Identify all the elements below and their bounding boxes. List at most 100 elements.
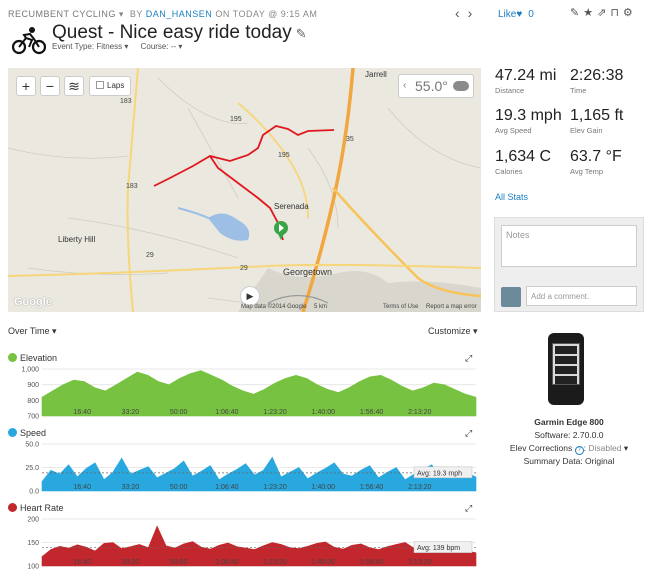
notes-field[interactable]: Notes xyxy=(501,225,637,267)
x-tick-label: 1:40:00 xyxy=(312,559,335,566)
edit-icon[interactable]: ✎ xyxy=(570,7,579,19)
road-shield: 183 xyxy=(120,98,132,105)
device-image xyxy=(548,333,584,405)
average-label: Avg: 139 bpm xyxy=(417,545,460,552)
laps-checkbox[interactable] xyxy=(96,81,104,89)
stat-label: Avg Temp xyxy=(570,167,604,176)
activity-nav: ‹ › xyxy=(455,5,480,21)
customize-chevron-icon[interactable]: ▾ xyxy=(471,326,478,336)
zoom-in-button[interactable]: + xyxy=(16,76,36,96)
stat-avg-temp: 63.7 °F Avg Temp xyxy=(570,148,622,176)
x-tick-label: 1:56:40 xyxy=(360,484,383,491)
x-tick-label: 16:40 xyxy=(73,559,91,566)
y-tick-label: 800 xyxy=(27,398,39,405)
like-button[interactable]: Like♥ 0 xyxy=(498,9,534,20)
avatar xyxy=(501,287,521,307)
chevron-left-icon[interactable]: ‹ xyxy=(403,75,406,97)
y-tick-label: 100 xyxy=(27,564,39,571)
y-tick-label: 700 xyxy=(27,414,39,421)
expand-icon[interactable]: ⤢ xyxy=(465,428,472,439)
x-tick-label: 1:06:40 xyxy=(215,409,238,416)
road-shield: 29 xyxy=(240,265,248,272)
lock-icon[interactable]: ⊓ xyxy=(610,7,619,19)
heart-icon[interactable]: ♥ xyxy=(516,9,522,20)
chart-title: Speed xyxy=(20,428,47,438)
username-link[interactable]: DAN_HANSEN xyxy=(146,9,213,19)
terms-link[interactable]: Terms of Use xyxy=(383,304,418,310)
road-shield: 195 xyxy=(278,152,290,159)
category-dropdown-icon[interactable]: ▾ xyxy=(119,9,127,19)
chart-title: Heart Rate xyxy=(20,503,64,513)
gear-icon[interactable]: ⚙ xyxy=(623,7,633,19)
event-type-chevron-icon[interactable]: ▾ xyxy=(122,42,128,51)
course-dropdown[interactable]: Course: -- xyxy=(141,42,177,51)
event-type-dropdown[interactable]: Event Type: Fitness xyxy=(52,42,122,51)
elev-corrections-label: Elev Corrections xyxy=(509,443,573,453)
x-tick-label: 33:20 xyxy=(122,409,140,416)
y-tick-label: 0.0 xyxy=(29,489,39,496)
heart-rate-chart[interactable]: 100 150 200 16:40 33:20 50:00 1:06:40 1:23:20 1:… xyxy=(8,515,480,572)
map-attribution: Map data ©2014 Google xyxy=(241,304,307,310)
star-icon[interactable]: ★ xyxy=(583,7,593,19)
export-icon[interactable]: ⇗ xyxy=(597,7,606,19)
previous-activity-icon[interactable]: ‹ xyxy=(455,5,460,21)
all-stats-link[interactable]: All Stats xyxy=(495,192,528,202)
play-route-button[interactable]: ▶ xyxy=(240,286,260,306)
comment-input[interactable]: Add a comment. xyxy=(526,286,637,306)
zoom-out-button[interactable]: − xyxy=(40,76,60,96)
x-tick-label: 33:20 xyxy=(122,559,140,566)
over-time-dropdown[interactable]: Over Time ▾ xyxy=(8,326,57,337)
elevation-dot-icon xyxy=(8,353,17,362)
expand-icon[interactable]: ⤢ xyxy=(465,503,472,514)
over-time-chevron-icon[interactable]: ▾ xyxy=(50,326,57,336)
stat-calories: 1,634 C Calories xyxy=(495,148,551,176)
laps-toggle[interactable]: Laps xyxy=(89,76,132,96)
town-label: Serenada xyxy=(274,202,309,211)
stat-label: Time xyxy=(570,86,587,95)
route-map[interactable]: + − ≋ Laps ‹ 55.0° Jarrell Serenada Geor… xyxy=(8,68,481,312)
summary-data: Summary Data: Original xyxy=(523,456,615,466)
elev-chevron-icon[interactable]: ▾ xyxy=(621,443,628,453)
next-activity-icon[interactable]: › xyxy=(468,5,473,21)
elevation-chart[interactable]: 700 800 900 1,000 16:40 33:20 50:00 1:06:40 1:23… xyxy=(8,365,480,422)
elev-corrections-dropdown[interactable]: Disabled xyxy=(588,443,621,453)
x-tick-label: 1:40:00 xyxy=(312,409,335,416)
stat-label: Avg Speed xyxy=(495,126,532,135)
weather-widget[interactable]: ‹ 55.0° xyxy=(398,74,474,98)
customize-dropdown[interactable]: Customize ▾ xyxy=(428,326,478,337)
activity-category[interactable]: RECUMBENT CYCLING xyxy=(8,9,116,19)
google-logo: Google xyxy=(14,296,52,308)
speed-chart-label: Speed xyxy=(8,428,46,438)
layers-icon[interactable]: ≋ xyxy=(64,76,84,96)
x-tick-label: 50:00 xyxy=(170,409,188,416)
like-count: 0 xyxy=(528,9,534,20)
like-label[interactable]: Like xyxy=(498,9,516,20)
stat-elev-gain: 1,165 ft Elev Gain xyxy=(570,107,623,135)
over-time-label[interactable]: Over Time xyxy=(8,326,50,336)
road-shield: 195 xyxy=(230,116,242,123)
report-map-error-link[interactable]: Report a map error xyxy=(426,304,477,310)
speed-dot-icon xyxy=(8,428,17,437)
activity-toolbar: ✎ ★ ⇗ ⊓ ⚙ xyxy=(570,6,637,19)
x-tick-label: 1:23:20 xyxy=(263,559,286,566)
stat-value: 19.3 mph xyxy=(495,107,562,124)
heart-rate-dot-icon xyxy=(8,503,17,512)
course-chevron-icon[interactable]: ▾ xyxy=(176,42,182,51)
y-tick-label: 900 xyxy=(27,382,39,389)
edit-title-icon[interactable]: ✎ xyxy=(296,26,307,41)
x-tick-label: 16:40 xyxy=(73,484,91,491)
x-tick-label: 2:13:20 xyxy=(408,409,431,416)
speed-chart[interactable]: 0.0 25.0 50.0 16:40 33:20 50:00 1:06:40 1:23:20… xyxy=(8,440,480,497)
y-tick-label: 25.0 xyxy=(25,465,39,472)
road-shield: 29 xyxy=(146,252,154,259)
town-label: Georgetown xyxy=(283,267,333,277)
stat-distance: 47.24 mi Distance xyxy=(495,67,556,95)
device-name: Garmin Edge 800 xyxy=(534,417,604,427)
expand-icon[interactable]: ⤢ xyxy=(465,353,472,364)
x-tick-label: 33:20 xyxy=(122,484,140,491)
x-tick-label: 16:40 xyxy=(73,409,91,416)
customize-label[interactable]: Customize xyxy=(428,326,471,336)
help-icon[interactable]: ? xyxy=(574,446,584,455)
x-tick-label: 1:06:40 xyxy=(215,559,238,566)
map-canvas[interactable] xyxy=(8,68,481,312)
